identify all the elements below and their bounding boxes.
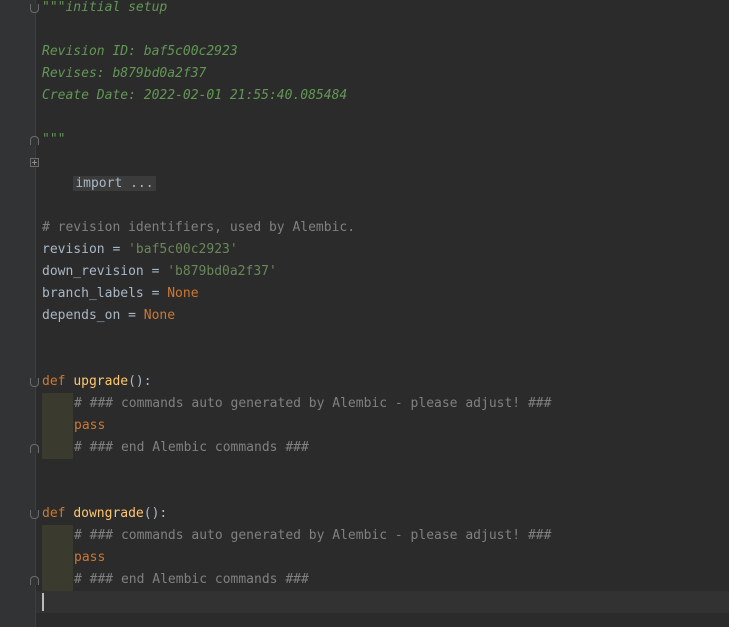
indent-guide	[42, 437, 73, 459]
assign-operator: =	[143, 286, 168, 301]
downgrade-pass: pass	[74, 550, 106, 565]
def-keyword: def	[42, 374, 66, 389]
down-revision-name: down_revision	[42, 264, 144, 279]
downgrade-comment-end: # ### end Alembic commands ###	[74, 572, 309, 587]
code-editor[interactable]: """initial setup Revision ID: baf5c00c29…	[0, 0, 729, 627]
fold-end-icon[interactable]	[30, 444, 39, 453]
downgrade-def-line: def downgrade():	[42, 503, 167, 525]
folded-imports[interactable]: import ...	[73, 176, 156, 191]
none-keyword: None	[143, 308, 176, 323]
identifiers-comment: # revision identifiers, used by Alembic.	[42, 220, 356, 235]
upgrade-comment-start: # ### commands auto generated by Alembic…	[74, 396, 552, 411]
down-revision-value: 'b879bd0a2f37'	[167, 264, 277, 279]
indent-guide	[42, 525, 73, 547]
def-keyword: def	[42, 506, 66, 521]
function-parens: ():	[143, 506, 168, 521]
downgrade-comment-start: # ### commands auto generated by Alembic…	[74, 528, 552, 543]
fold-collapse-icon[interactable]	[30, 510, 39, 519]
depends-on-name: depends_on	[42, 308, 121, 323]
text-caret	[42, 593, 44, 611]
upgrade-comment-end: # ### end Alembic commands ###	[74, 440, 309, 455]
docstring-revises: Revises: b879bd0a2f37	[42, 66, 207, 81]
revision-value: 'baf5c00c2923'	[128, 242, 238, 257]
revision-line: revision = 'baf5c00c2923'	[42, 239, 238, 261]
indent-guide	[42, 547, 73, 569]
upgrade-pass: pass	[74, 418, 106, 433]
assign-operator: =	[104, 242, 129, 257]
indent-guide	[42, 415, 73, 437]
revision-name: revision	[42, 242, 105, 257]
docstring-close: """	[42, 132, 66, 147]
branch-labels-name: branch_labels	[42, 286, 144, 301]
upgrade-function-name: upgrade	[73, 374, 129, 389]
indent-guide	[42, 393, 73, 415]
docstring-create-date: Create Date: 2022-02-01 21:55:40.085484	[42, 88, 348, 103]
depends-on-line: depends_on = None	[42, 305, 175, 327]
upgrade-def-line: def upgrade():	[42, 371, 152, 393]
assign-operator: =	[120, 308, 144, 323]
gutter-divider	[35, 0, 36, 627]
function-parens: ():	[128, 374, 152, 389]
fold-end-icon[interactable]	[30, 136, 39, 145]
downgrade-function-name: downgrade	[73, 506, 144, 521]
down-revision-line: down_revision = 'b879bd0a2f37'	[42, 261, 277, 283]
docstring-revision-id: Revision ID: baf5c00c2923	[42, 44, 238, 59]
fold-collapse-icon[interactable]	[30, 4, 39, 13]
none-keyword: None	[167, 286, 199, 301]
editor-gutter[interactable]	[0, 0, 36, 627]
branch-labels-line: branch_labels = None	[42, 283, 199, 305]
current-line-highlight[interactable]	[36, 591, 729, 613]
folded-imports-line: import ...	[42, 151, 156, 191]
assign-operator: =	[143, 264, 168, 279]
fold-expand-icon[interactable]	[30, 158, 39, 167]
docstring-open: """initial setup	[42, 0, 168, 15]
indent-guide	[42, 569, 73, 591]
fold-end-icon[interactable]	[30, 576, 39, 585]
fold-collapse-icon[interactable]	[30, 378, 39, 387]
